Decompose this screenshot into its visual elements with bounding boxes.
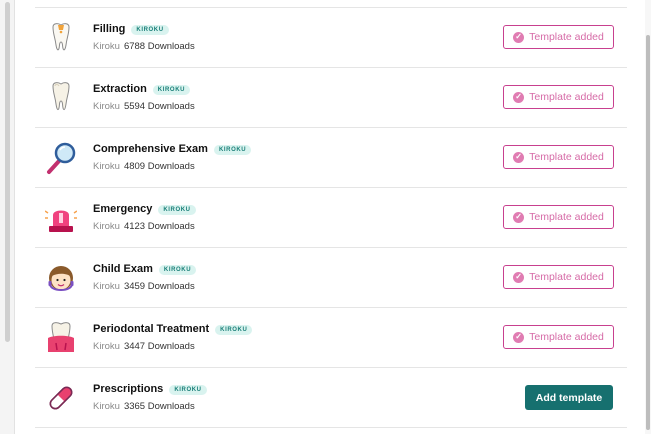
template-downloads: 5594 Downloads xyxy=(123,101,195,112)
template-added-button[interactable]: ✓ Template added xyxy=(503,265,614,289)
left-scrollbar[interactable] xyxy=(0,0,15,434)
template-row-extraction: Extraction KIROKU Kiroku 5594 Downloads ✓ T… xyxy=(35,68,627,128)
template-row-periodontal-treatment: Periodontal Treatment KIROKU Kiroku 3447 D… xyxy=(35,308,627,368)
template-name: Comprehensive Exam KIROKU xyxy=(93,143,252,155)
check-circle-icon: ✓ xyxy=(513,271,525,283)
template-added-button[interactable]: ✓ Template added xyxy=(503,85,614,109)
check-circle-icon: ✓ xyxy=(513,211,525,223)
template-added-label: Template added xyxy=(529,211,604,223)
template-added-button[interactable]: ✓ Template added xyxy=(503,325,614,349)
template-author: Kiroku xyxy=(93,341,120,352)
template-author: Kiroku xyxy=(93,281,120,292)
template-list: Filling KIROKU Kiroku 6788 Downloads ✓ Temp… xyxy=(35,7,627,428)
template-row-comprehensive-exam: Comprehensive Exam KIROKU Kiroku 4809 Down… xyxy=(35,128,627,188)
template-downloads: 3365 Downloads xyxy=(123,401,195,412)
template-downloads: 4123 Downloads xyxy=(123,221,195,232)
template-name: Periodontal Treatment KIROKU xyxy=(93,323,253,335)
magnifier-icon xyxy=(45,141,77,175)
siren-icon xyxy=(45,201,77,235)
kiroku-badge: KIROKU xyxy=(158,205,196,215)
template-name: Filling KIROKU xyxy=(93,23,169,35)
kiroku-badge: KIROKU xyxy=(152,85,191,95)
left-scrollbar-thumb[interactable] xyxy=(5,2,10,342)
tooth-extraction-icon xyxy=(45,81,77,115)
template-added-label: Template added xyxy=(529,331,604,343)
template-author: Kiroku xyxy=(93,401,120,412)
kiroku-badge: KIROKU xyxy=(213,145,252,155)
template-name: Child Exam KIROKU xyxy=(93,263,197,275)
template-author: Kiroku xyxy=(93,101,120,112)
template-added-button[interactable]: ✓ Template added xyxy=(503,145,614,169)
template-downloads: 3447 Downloads xyxy=(123,341,195,352)
template-added-label: Template added xyxy=(529,31,604,43)
template-author: Kiroku xyxy=(93,41,120,52)
check-circle-icon: ✓ xyxy=(513,151,525,163)
template-added-label: Template added xyxy=(529,271,604,283)
kiroku-badge: KIROKU xyxy=(131,25,169,35)
template-name: Prescriptions KIROKU xyxy=(93,383,207,395)
right-scrollbar-thumb[interactable] xyxy=(646,35,650,430)
tooth-gum-icon xyxy=(45,321,77,355)
kiroku-badge: KIROKU xyxy=(158,265,197,275)
kiroku-badge: KIROKU xyxy=(215,325,253,335)
template-row-filling: Filling KIROKU Kiroku 6788 Downloads ✓ Temp… xyxy=(35,8,627,68)
template-row-child-exam: Child Exam KIROKU Kiroku 3459 Downloads ✓ T… xyxy=(35,248,627,308)
template-name: Emergency KIROKU xyxy=(93,203,196,215)
template-downloads: 6788 Downloads xyxy=(123,41,195,52)
kiroku-badge: KIROKU xyxy=(169,385,207,395)
template-added-label: Template added xyxy=(529,91,604,103)
template-downloads: 3459 Downloads xyxy=(123,281,195,292)
template-meta: Kiroku 3447 Downloads xyxy=(93,341,195,352)
template-name: Extraction KIROKU xyxy=(93,83,191,95)
template-row-prescriptions: Prescriptions KIROKU Kiroku 3365 Downloads… xyxy=(35,368,627,428)
template-author: Kiroku xyxy=(93,221,120,232)
template-meta: Kiroku 3365 Downloads xyxy=(93,401,195,412)
tooth-filling-icon xyxy=(45,21,77,55)
template-row-emergency: Emergency KIROKU Kiroku 4123 Downloads ✓ Te… xyxy=(35,188,627,248)
template-meta: Kiroku 4123 Downloads xyxy=(93,221,195,232)
child-icon xyxy=(45,261,77,295)
template-author: Kiroku xyxy=(93,161,120,172)
template-meta: Kiroku 3459 Downloads xyxy=(93,281,195,292)
template-meta: Kiroku 5594 Downloads xyxy=(93,101,195,112)
check-circle-icon: ✓ xyxy=(513,91,525,103)
template-meta: Kiroku 6788 Downloads xyxy=(93,41,195,52)
add-template-button[interactable]: Add template xyxy=(525,385,613,410)
template-meta: Kiroku 4809 Downloads xyxy=(93,161,195,172)
template-added-button[interactable]: ✓ Template added xyxy=(503,205,614,229)
template-added-label: Template added xyxy=(529,151,604,163)
check-circle-icon: ✓ xyxy=(513,31,525,43)
pill-icon xyxy=(45,381,77,415)
right-scrollbar[interactable] xyxy=(645,0,651,434)
template-downloads: 4809 Downloads xyxy=(123,161,195,172)
template-added-button[interactable]: ✓ Template added xyxy=(503,25,614,49)
check-circle-icon: ✓ xyxy=(513,331,525,343)
